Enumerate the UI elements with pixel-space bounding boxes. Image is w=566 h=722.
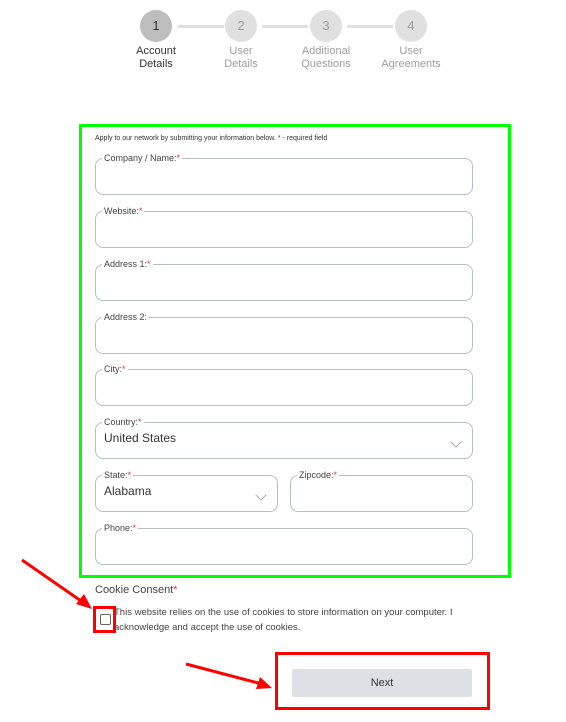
step-label-line: Additional [301, 45, 351, 57]
step-number: 2 [225, 10, 257, 42]
step-label: Account Details [116, 45, 196, 71]
company-name-field[interactable]: Company / Name:* [95, 153, 473, 195]
step-label: User Agreements [371, 45, 451, 71]
field-label: Address 2: [104, 312, 148, 322]
step-label: User Details [201, 45, 281, 71]
cookie-consent-title: Cookie Consent* [95, 584, 178, 596]
step-label-line: Details [224, 58, 258, 70]
state-selected-value[interactable]: Alabama [104, 480, 269, 502]
form-intro: Apply to our network by submitting your … [95, 135, 328, 142]
cookie-consent-text: This website relies on the use of cookie… [114, 607, 453, 633]
address2-input[interactable] [104, 322, 464, 346]
step-label-line: Questions [301, 58, 351, 70]
step-label-line: Agreements [381, 58, 441, 70]
city-field[interactable]: City:* [95, 364, 473, 406]
phone-field[interactable]: Phone:* [95, 523, 473, 565]
address2-field[interactable]: Address 2: [95, 312, 473, 354]
zipcode-field[interactable]: Zipcode:* [290, 470, 473, 512]
step-number: 4 [395, 10, 427, 42]
step-label: Additional Questions [286, 45, 366, 71]
website-field[interactable]: Website:* [95, 206, 473, 248]
step-user-agreements: 4 User Agreements [371, 10, 451, 71]
city-input[interactable] [104, 374, 464, 398]
field-label: City:* [104, 364, 126, 374]
address1-input[interactable] [104, 269, 464, 293]
country-selected-value[interactable]: United States [104, 427, 464, 449]
step-number: 3 [310, 10, 342, 42]
next-button[interactable]: Next [292, 669, 472, 697]
website-input[interactable] [104, 216, 464, 240]
field-label: Country:* [104, 417, 142, 427]
step-account-details: 1 Account Details [116, 10, 196, 71]
arrow-to-next-icon [185, 662, 272, 689]
field-label: State:* [104, 470, 132, 480]
field-label: Address 1:* [104, 259, 151, 269]
field-label: Phone:* [104, 523, 137, 533]
step-user-details: 2 User Details [201, 10, 281, 71]
checkbox-highlight-box [93, 606, 116, 633]
field-label: Company / Name:* [104, 153, 181, 163]
address1-field[interactable]: Address 1:* [95, 259, 473, 301]
state-select[interactable]: State:* Alabama [95, 470, 278, 512]
step-label-line: Account [136, 45, 176, 57]
progress-stepper: 1 Account Details 2 User Details 3 Addit… [0, 10, 566, 80]
account-details-form: Apply to our network by submitting your … [79, 124, 511, 578]
step-additional-questions: 3 Additional Questions [286, 10, 366, 71]
field-label: Zipcode:* [299, 470, 338, 480]
step-label-line: Details [139, 58, 173, 70]
phone-input[interactable] [104, 533, 464, 557]
field-label: Website:* [104, 206, 143, 216]
country-select[interactable]: Country:* United States [95, 417, 473, 459]
step-number: 1 [140, 10, 172, 42]
company-name-input[interactable] [104, 163, 464, 187]
step-label-line: User [399, 45, 423, 57]
zipcode-input[interactable] [299, 480, 464, 504]
step-label-line: User [229, 45, 253, 57]
